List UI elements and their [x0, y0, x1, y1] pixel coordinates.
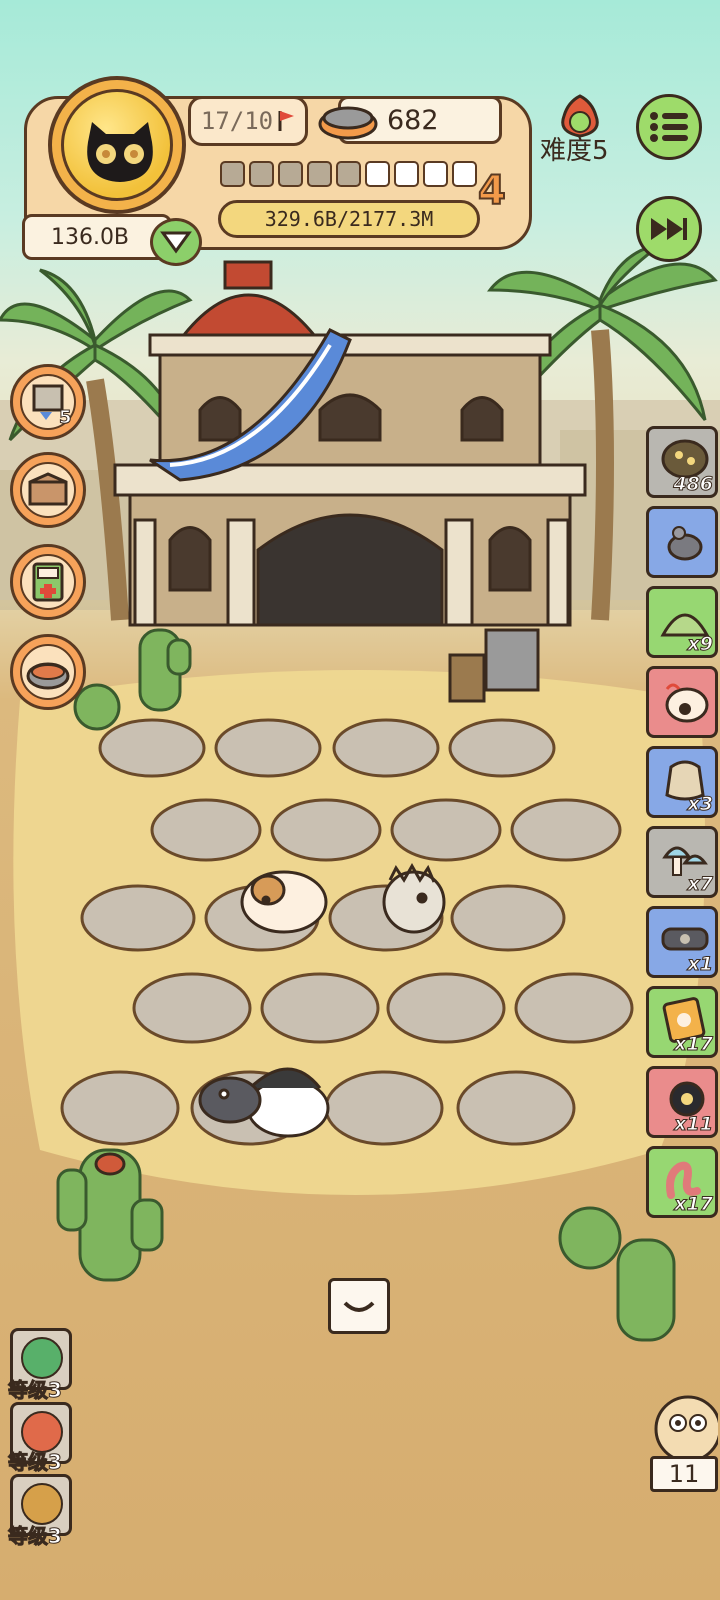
level-label: 等级3: [8, 1450, 63, 1475]
progress-segment: [365, 161, 390, 187]
list-icon: [650, 112, 688, 142]
hamster: [240, 870, 328, 934]
inventory-count: 486: [673, 473, 714, 496]
scroll-timer-badge: 5: [59, 407, 72, 429]
level-label: 等级3: [8, 1524, 63, 1549]
black-cat-icon: [87, 122, 153, 182]
inventory-slot-collar[interactable]: x1: [646, 906, 718, 978]
level-label: 等级3: [8, 1378, 63, 1403]
fast-forward-button[interactable]: [636, 196, 702, 262]
collapse-button[interactable]: [150, 218, 202, 266]
inventory-count: x17: [674, 1033, 714, 1056]
progress-segment: [220, 161, 245, 187]
inventory-slot-tent[interactable]: x9: [646, 586, 718, 658]
inventory-count: x11: [674, 1113, 714, 1136]
progress-segment: [452, 161, 477, 187]
chevron-down-icon: [160, 231, 192, 254]
player-level: 4: [477, 167, 507, 215]
cat-bowl-icon: [318, 106, 378, 140]
food-bowl-button[interactable]: [10, 634, 86, 710]
stage-progress-segments: [220, 161, 477, 187]
first-aid-kit-icon: [32, 562, 64, 602]
money-amount: 136.0B: [50, 224, 130, 250]
inventory-count: x7: [687, 873, 714, 896]
inventory-slot-rope-toy[interactable]: x11: [646, 1066, 718, 1138]
progress-segment: [307, 161, 332, 187]
food-bowl-icon: [26, 662, 70, 690]
inventory-slot-mushroom[interactable]: x7: [646, 826, 718, 898]
inventory-slot-toy-bag[interactable]: [646, 666, 718, 738]
experience-text: 329.6B/2177.3M: [264, 207, 434, 231]
inventory-count: x3: [687, 793, 714, 816]
inventory-slot-mouse-toy[interactable]: [646, 506, 718, 578]
inventory-slot-grain-sack[interactable]: x3: [646, 746, 718, 818]
scroll-timer-button[interactable]: 5: [10, 364, 86, 440]
box-button[interactable]: [10, 452, 86, 528]
inventory-count: x9: [687, 633, 714, 656]
smile-icon: [343, 1301, 375, 1312]
drawer-toggle-button[interactable]: [328, 1278, 390, 1334]
fast-forward-icon: [651, 218, 687, 240]
progress-segment: [394, 161, 419, 187]
toy-bag-icon: [665, 683, 709, 723]
flag-counter: 17/10: [188, 96, 308, 146]
inventory-count: x17: [674, 1193, 714, 1216]
player-avatar[interactable]: [48, 76, 186, 214]
pet-count: 11: [650, 1456, 718, 1492]
menu-button[interactable]: [636, 94, 702, 160]
experience-bar: 329.6B/2177.3M: [218, 200, 480, 238]
progress-segment: [336, 161, 361, 187]
flag-count: 17/10: [200, 107, 274, 135]
pot-icon: [21, 1337, 63, 1379]
first-aid-button[interactable]: [10, 544, 86, 620]
inventory-slot-snack-pack[interactable]: x17: [646, 986, 718, 1058]
inventory-slot-seed-pod[interactable]: 486: [646, 426, 718, 498]
progress-segment: [423, 161, 448, 187]
inventory-slot-worm[interactable]: x17: [646, 1146, 718, 1218]
inventory-count: x1: [687, 953, 714, 976]
cheese-icon: [21, 1483, 63, 1525]
box-icon: [28, 472, 68, 506]
progress-segment: [249, 161, 274, 187]
food-count: 682: [387, 104, 439, 136]
colosseum-building: [113, 260, 587, 627]
mouse-toy-icon: [667, 526, 703, 561]
difficulty-label: 难度5: [540, 136, 609, 166]
red-flag-icon: [278, 111, 295, 131]
progress-segment: [278, 161, 303, 187]
